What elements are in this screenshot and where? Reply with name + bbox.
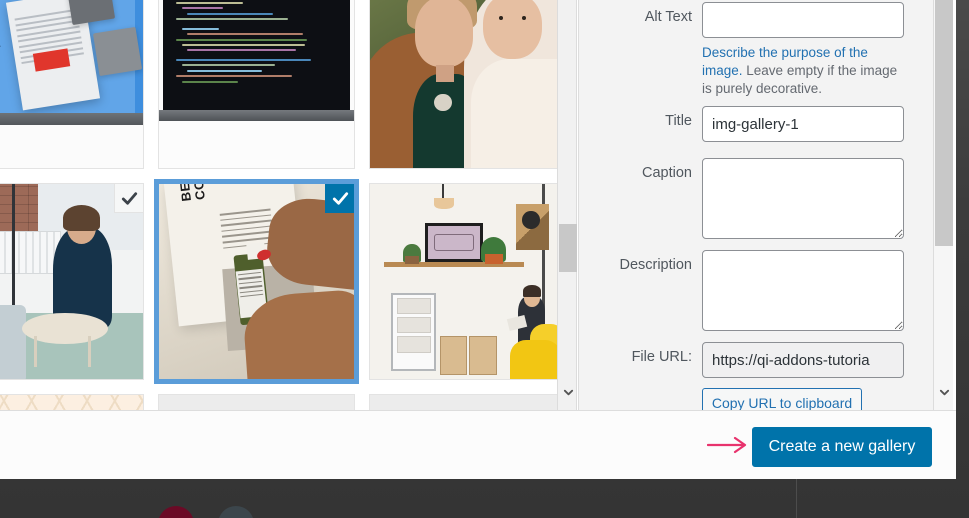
- thumb-art-office: [0, 184, 143, 379]
- check-icon[interactable]: [114, 184, 143, 213]
- attachment-thumbnail[interactable]: [158, 0, 355, 169]
- file-url-label: File URL:: [631, 349, 692, 365]
- chevron-down-icon[interactable]: [558, 382, 578, 402]
- attachment-thumbnail[interactable]: [0, 183, 144, 380]
- thumb-art-code: [159, 0, 354, 168]
- file-url-row: File URL: https://qi-addons-tutoria Copy…: [579, 342, 933, 410]
- thumb-art-placeholder: [159, 395, 354, 410]
- thumbnail-image: [159, 395, 354, 410]
- file-url-control: https://qi-addons-tutoria Copy URL to cl…: [702, 342, 916, 410]
- thumb-art-mother-child: [370, 0, 557, 168]
- description-textarea[interactable]: [702, 250, 904, 331]
- grid-scrollbar-thumb[interactable]: [559, 224, 577, 272]
- sidebar-scrollbar[interactable]: [933, 0, 953, 410]
- arrow-right-icon: [706, 434, 749, 456]
- description-control: [702, 250, 916, 336]
- attachment-details-sidebar: Alt Text Describe the purpose of the ima…: [578, 0, 933, 410]
- thumbnail-image: [0, 395, 143, 410]
- alt-text-row: Alt Text Describe the purpose of the ima…: [579, 2, 933, 97]
- attachment-thumbnail[interactable]: [369, 394, 557, 410]
- chevron-down-icon[interactable]: [934, 382, 954, 402]
- thumbnail-image: [0, 184, 143, 379]
- title-input[interactable]: [702, 106, 904, 142]
- media-modal: Grow ideas.BEYOND COFFEE Alt Text Desc: [0, 0, 956, 479]
- alt-text-input[interactable]: [702, 2, 904, 38]
- screen-root: Grow ideas.BEYOND COFFEE Alt Text Desc: [0, 0, 969, 518]
- grid-scrollbar[interactable]: [557, 0, 577, 410]
- file-url-input[interactable]: https://qi-addons-tutoria: [702, 342, 904, 378]
- attachment-thumbnail[interactable]: [369, 0, 557, 169]
- description-row: Description: [579, 250, 933, 336]
- caption-label: Caption: [642, 165, 692, 181]
- sidebar-scrollbar-thumb[interactable]: [935, 0, 953, 246]
- description-label: Description: [619, 257, 692, 273]
- attachments-grid: Grow ideas.BEYOND COFFEE: [0, 0, 557, 410]
- thumb-art-hexagons: [0, 395, 143, 410]
- backdrop-circle-slate: [218, 506, 254, 518]
- attachment-thumbnail[interactable]: [369, 183, 557, 380]
- alt-text-label: Alt Text: [644, 9, 692, 25]
- backdrop-circle-red: [158, 506, 194, 518]
- title-control: [702, 106, 916, 142]
- copy-url-button[interactable]: Copy URL to clipboard: [702, 388, 862, 410]
- thumbnail-image: [370, 395, 557, 410]
- thumb-art-cafe: [370, 184, 557, 379]
- caption-textarea[interactable]: [702, 158, 904, 239]
- caption-row: Caption: [579, 158, 933, 244]
- attachment-thumbnail[interactable]: [0, 394, 144, 410]
- thumb-art-placeholder: [370, 395, 557, 410]
- title-label: Title: [665, 113, 692, 129]
- thumb-art-tablet: Grow ideas.: [0, 0, 143, 168]
- media-frame-content: Grow ideas.BEYOND COFFEE Alt Text Desc: [0, 0, 956, 410]
- alt-text-help: Describe the purpose of the image. Leave…: [702, 44, 908, 97]
- attachment-thumbnail[interactable]: Grow ideas.: [0, 0, 144, 169]
- thumb-art-beyond-coffee: BEYOND COFFEE: [159, 184, 354, 379]
- alt-text-control: Describe the purpose of the image. Leave…: [702, 2, 916, 97]
- thumbnail-image: [370, 0, 557, 168]
- thumbnail-image: [370, 184, 557, 379]
- attachments-browser[interactable]: Grow ideas.BEYOND COFFEE: [0, 0, 557, 410]
- thumbnail-image: [159, 0, 354, 168]
- attachment-thumbnail[interactable]: BEYOND COFFEE: [154, 179, 359, 384]
- caption-control: [702, 158, 916, 244]
- thumbnail-image: BEYOND COFFEE: [159, 184, 354, 379]
- backdrop-divider: [796, 478, 797, 518]
- thumbnail-image: Grow ideas.: [0, 0, 143, 168]
- check-icon[interactable]: [325, 184, 354, 213]
- create-new-gallery-button[interactable]: Create a new gallery: [752, 427, 932, 467]
- title-row: Title: [579, 106, 933, 142]
- attachment-thumbnail[interactable]: [158, 394, 355, 410]
